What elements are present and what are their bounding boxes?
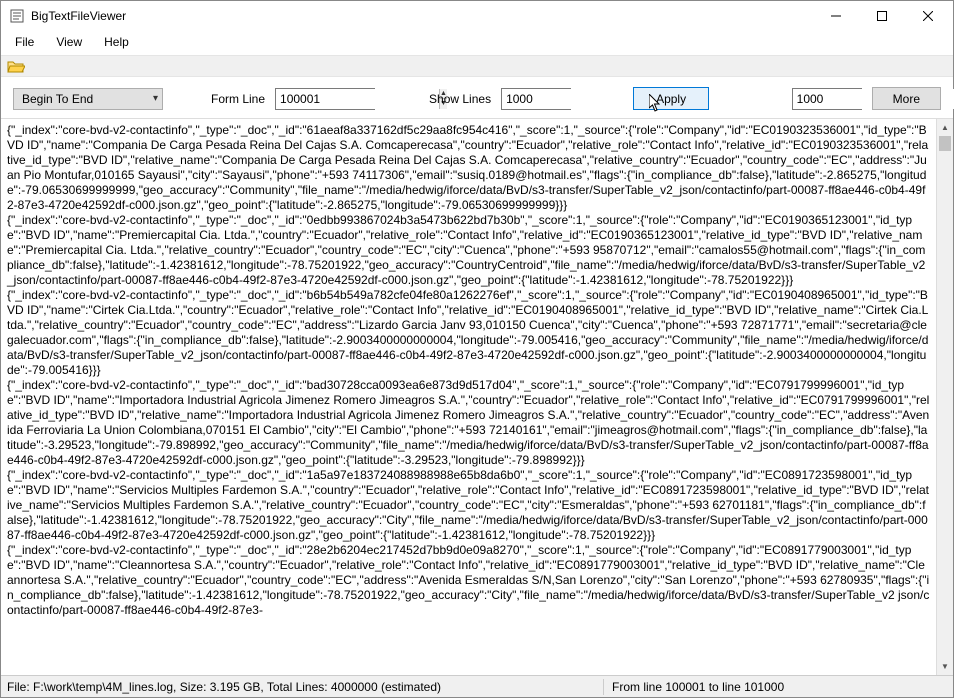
direction-selected: Begin To End (22, 92, 153, 106)
scroll-track[interactable] (937, 136, 953, 658)
scroll-down-icon[interactable]: ▼ (937, 658, 953, 675)
scroll-thumb[interactable] (939, 136, 951, 151)
controls-row: Begin To End ▾ Form Line ▲ ▼ Show Lines … (1, 77, 953, 118)
window-title: BigTextFileViewer (31, 9, 813, 23)
form-line-input[interactable] (276, 89, 439, 109)
status-file-info: File: F:\work\temp\4M_lines.log, Size: 3… (1, 680, 601, 694)
vertical-scrollbar[interactable]: ▲ ▼ (936, 119, 953, 675)
open-file-icon[interactable] (7, 59, 25, 73)
content-area: {"_index":"core-bvd-v2-contactinfo","_ty… (1, 118, 953, 675)
menu-file[interactable]: File (11, 33, 38, 51)
show-lines-spinner[interactable]: ▲ ▼ (501, 88, 571, 110)
chevron-down-icon: ▾ (153, 93, 158, 104)
status-separator (603, 679, 604, 695)
more-button[interactable]: More (872, 87, 941, 110)
toolbar (1, 55, 953, 77)
form-line-label: Form Line (211, 92, 265, 106)
maximize-button[interactable] (859, 1, 905, 31)
direction-dropdown[interactable]: Begin To End ▾ (13, 88, 163, 110)
close-button[interactable] (905, 1, 951, 31)
show-lines-label: Show Lines (429, 92, 491, 106)
text-viewer[interactable]: {"_index":"core-bvd-v2-contactinfo","_ty… (1, 119, 936, 675)
scroll-up-icon[interactable]: ▲ (937, 119, 953, 136)
title-bar: BigTextFileViewer (1, 1, 953, 31)
status-bar: File: F:\work\temp\4M_lines.log, Size: 3… (1, 675, 953, 697)
menu-help[interactable]: Help (100, 33, 133, 51)
menu-bar: File View Help (1, 31, 953, 55)
apply-button[interactable]: Apply (633, 87, 709, 110)
minimize-button[interactable] (813, 1, 859, 31)
form-line-spinner[interactable]: ▲ ▼ (275, 88, 375, 110)
status-line-range: From line 100001 to line 101000 (606, 680, 790, 694)
menu-view[interactable]: View (52, 33, 86, 51)
app-icon (9, 8, 25, 24)
right-spinner[interactable]: ▲ ▼ (792, 88, 862, 110)
